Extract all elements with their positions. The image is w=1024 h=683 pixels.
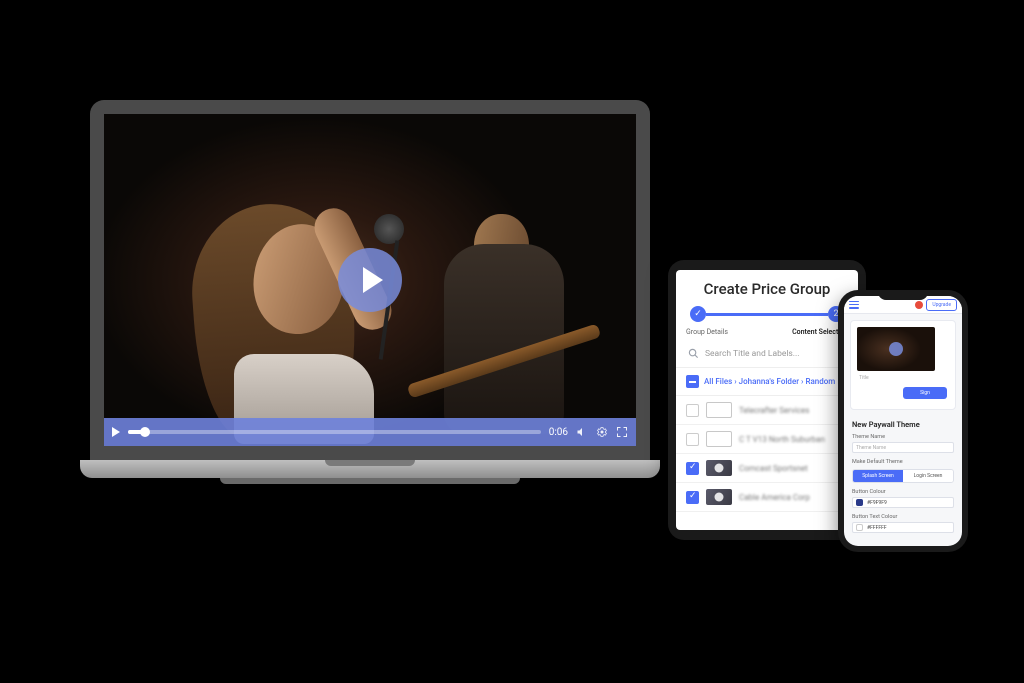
row-checkbox[interactable] — [686, 404, 699, 417]
fullscreen-icon[interactable] — [616, 426, 628, 438]
tablet-screen: Create Price Group 2 Group Details Conte… — [676, 270, 858, 530]
content-row[interactable]: Telecrafter Services — [676, 396, 858, 425]
content-row[interactable]: Comcast Sportsnet — [676, 454, 858, 483]
row-checkbox[interactable] — [686, 491, 699, 504]
section-title: New Paywall Theme — [844, 416, 962, 431]
folder-icon — [706, 402, 732, 418]
make-default-label[interactable]: Make Default Theme — [844, 456, 962, 466]
stepper-labels: Group Details Content Selection — [676, 326, 858, 344]
volume-icon[interactable] — [576, 426, 588, 438]
preview-thumbnail[interactable] — [857, 327, 935, 371]
step-1-dot[interactable] — [690, 306, 706, 322]
breadcrumb[interactable]: All Files › Johanna's Folder › Random — [704, 377, 835, 386]
settings-icon[interactable] — [596, 426, 608, 438]
phone-mockup: Upgrade Title Sign New Paywall Theme The… — [838, 290, 968, 552]
video-thumb-icon — [706, 489, 732, 505]
laptop-base — [80, 460, 660, 478]
screen-tabs: Splash Screen Login Screen — [852, 469, 954, 483]
theme-name-input[interactable]: Theme Name — [852, 442, 954, 453]
search-input[interactable]: Search Title and Labels... — [676, 344, 858, 368]
laptop-mockup: 0:06 — [80, 100, 660, 510]
play-pause-icon[interactable] — [112, 427, 120, 437]
search-placeholder: Search Title and Labels... — [705, 349, 800, 359]
select-all-checkbox[interactable] — [686, 375, 699, 388]
colour-swatch — [856, 499, 863, 506]
button-colour-input[interactable]: #F9F9F9 — [852, 497, 954, 508]
video-controls: 0:06 — [104, 418, 636, 446]
theme-name-label: Theme Name — [844, 431, 962, 441]
content-row[interactable]: C T V13 North Suburban — [676, 425, 858, 454]
seek-handle[interactable] — [140, 427, 150, 437]
tablet-mockup: Create Price Group 2 Group Details Conte… — [668, 260, 866, 540]
preview-card: Title Sign — [850, 320, 956, 410]
laptop-foot — [220, 478, 520, 484]
breadcrumb-row[interactable]: All Files › Johanna's Folder › Random — [676, 368, 858, 396]
phone-notch — [878, 290, 928, 300]
seek-bar[interactable] — [128, 430, 541, 434]
menu-icon[interactable] — [849, 301, 859, 309]
content-row[interactable]: Cable America Corp — [676, 483, 858, 512]
colour-value: #FFFFFF — [867, 525, 887, 531]
folder-icon — [706, 431, 732, 447]
tab-splash[interactable]: Splash Screen — [853, 470, 903, 482]
upgrade-button[interactable]: Upgrade — [926, 299, 957, 311]
preview-title: Title — [851, 373, 955, 383]
button-text-colour-input[interactable]: #FFFFFF — [852, 522, 954, 533]
button-text-colour-label: Button Text Colour — [844, 511, 962, 521]
tab-login[interactable]: Login Screen — [903, 470, 953, 482]
colour-swatch — [856, 524, 863, 531]
play-button[interactable] — [338, 248, 402, 312]
laptop-bezel: 0:06 — [90, 100, 650, 460]
row-label: C T V13 North Suburban — [739, 435, 825, 444]
colour-value: #F9F9F9 — [867, 500, 887, 506]
step-1-label: Group Details — [686, 328, 728, 336]
row-label: Cable America Corp — [739, 493, 810, 502]
search-icon — [688, 348, 699, 359]
time-display: 0:06 — [549, 427, 568, 438]
video-thumb-icon — [706, 460, 732, 476]
row-checkbox[interactable] — [686, 462, 699, 475]
illustration-mic — [374, 214, 404, 244]
button-colour-label: Button Colour — [844, 486, 962, 496]
step-connector — [706, 313, 828, 316]
stepper: 2 — [676, 306, 858, 326]
laptop-hinge — [325, 460, 415, 466]
sign-button[interactable]: Sign — [903, 387, 947, 399]
phone-screen: Upgrade Title Sign New Paywall Theme The… — [844, 296, 962, 546]
row-checkbox[interactable] — [686, 433, 699, 446]
notification-dot[interactable] — [915, 301, 923, 309]
page-title: Create Price Group — [676, 270, 858, 306]
video-player: 0:06 — [104, 114, 636, 446]
row-label: Telecrafter Services — [739, 406, 809, 415]
row-label: Comcast Sportsnet — [739, 464, 808, 473]
